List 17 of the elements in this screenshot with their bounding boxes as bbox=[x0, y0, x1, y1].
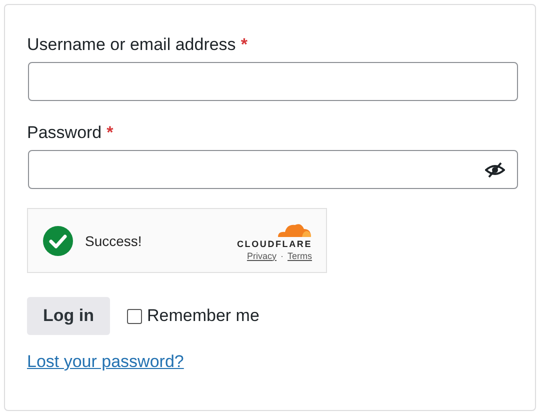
brand-logo: CLOUDFLARE bbox=[237, 238, 312, 248]
privacy-link[interactable]: Privacy bbox=[246, 250, 276, 260]
login-button[interactable]: Log in bbox=[27, 297, 110, 335]
required-mark: * bbox=[240, 35, 248, 55]
password-field[interactable] bbox=[28, 150, 518, 189]
username-field[interactable] bbox=[28, 62, 518, 101]
separator: · bbox=[280, 250, 284, 260]
field-label: Password bbox=[27, 123, 102, 143]
success-text: Success! bbox=[85, 232, 143, 248]
lost-password-link[interactable]: Lost your password? bbox=[27, 352, 184, 372]
remember-checkbox[interactable] bbox=[127, 308, 142, 324]
field-label: Username or email address bbox=[27, 35, 236, 55]
check-circle-icon bbox=[43, 226, 73, 256]
terms-link[interactable]: Terms bbox=[288, 250, 312, 260]
eye-slash-icon[interactable] bbox=[485, 162, 505, 178]
remember-label: Remember me bbox=[147, 306, 260, 326]
required-mark: * bbox=[106, 123, 114, 143]
